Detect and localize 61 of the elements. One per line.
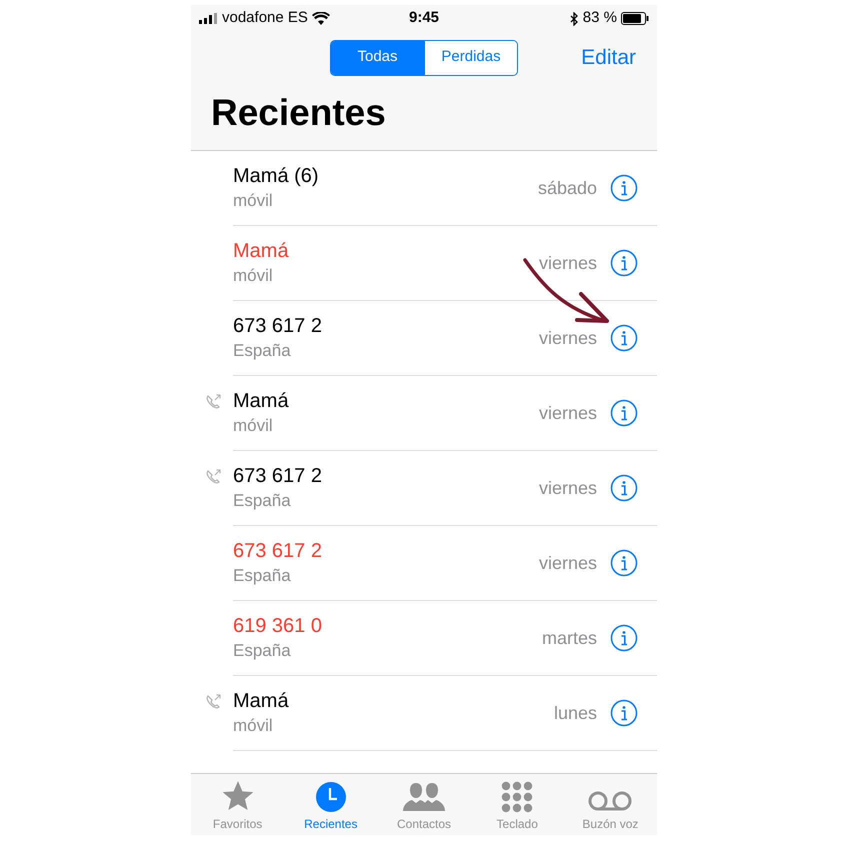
info-icon[interactable] [610,324,638,352]
call-row[interactable]: 673 617 2 España viernes [233,451,657,526]
tab-bar-item[interactable]: Favoritos [191,774,284,835]
call-row[interactable]: Mamá móvil lunes [233,676,657,751]
call-day: viernes [538,400,597,426]
call-row[interactable]: 619 361 0 España martes [233,601,657,676]
caller-name: Mamá [233,239,289,264]
info-icon[interactable] [610,549,638,577]
call-row[interactable]: Mamá móvil viernes [233,376,657,451]
caller-name: 673 617 2 [233,464,322,489]
call-type: España [233,490,291,512]
keypad-icon [501,781,534,813]
info-icon[interactable] [610,699,638,727]
call-row[interactable]: 673 617 2 España viernes [233,301,657,376]
battery-percent: 83 % [582,8,617,28]
contacts-icon [402,781,446,813]
info-icon[interactable] [610,174,638,202]
info-icon[interactable] [610,399,638,427]
clock-icon [314,781,347,813]
battery-icon [621,12,649,25]
segment-tab[interactable]: Perdidas [424,40,517,74]
caller-name: Mamá (6) [233,164,319,189]
bluetooth-icon [570,12,579,26]
page-title: Recientes [211,91,386,135]
tab-bar-item[interactable]: Contactos [377,774,471,835]
call-day: viernes [538,250,597,276]
segment-tab[interactable]: Todas [331,40,424,74]
tab-bar-item[interactable]: Teclado [470,774,564,835]
caller-name: 619 361 0 [233,614,322,639]
tab-bar-item[interactable]: Recientes [284,774,378,835]
call-type: móvil [233,190,273,212]
edit-button[interactable]: Editar [581,42,636,74]
carrier-name: vodafone ES [222,8,308,28]
clock-time: 9:45 [408,8,440,28]
call-day: viernes [538,324,597,352]
info-icon[interactable] [610,249,638,277]
call-row[interactable]: 673 617 2 España viernes [233,526,657,601]
call-day: viernes [538,550,597,576]
call-row[interactable]: Mamá móvil viernes [233,226,657,301]
caller-name: Mamá [233,389,289,414]
call-day: sábado [538,174,597,202]
call-type: España [233,640,291,662]
call-type: móvil [233,265,273,287]
call-type: España [233,340,291,362]
caller-name: Mamá [233,689,289,714]
caller-name: 673 617 2 [233,314,322,339]
tab-bar-item[interactable]: Buzón voz [564,774,657,835]
info-icon[interactable] [610,474,638,502]
wifi-icon [312,12,330,25]
call-type: móvil [233,715,273,737]
info-icon[interactable] [610,624,638,652]
call-day: martes [542,624,597,652]
star-icon [220,779,255,813]
caller-name: 673 617 2 [233,539,322,564]
call-type: móvil [233,415,273,437]
voicemail-icon [586,789,634,813]
call-day: viernes [538,474,597,502]
call-type: España [233,565,291,587]
call-row[interactable]: Mamá (6) móvil sábado [233,151,657,226]
call-day: lunes [554,700,597,726]
signal-icon [199,13,218,24]
